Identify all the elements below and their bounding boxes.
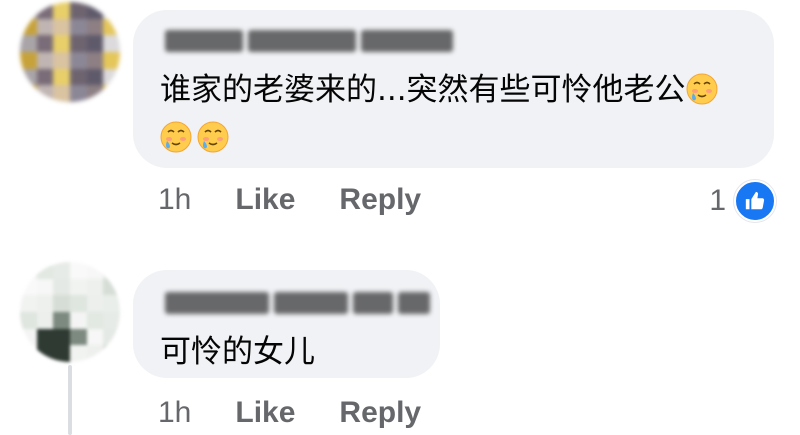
like-button[interactable]: Like — [235, 183, 295, 217]
reaction-summary[interactable]: 1 — [709, 180, 776, 222]
like-icon — [734, 180, 776, 222]
reaction-count: 1 — [709, 184, 726, 217]
comment-thread: 谁家的老婆来的...突然有些可怜他老公 1h Like Reply 1 可怜的女… — [0, 0, 800, 435]
author-name-blurred[interactable] — [165, 292, 430, 314]
comment-text: 可怜的女儿 — [160, 334, 315, 370]
smiling-face-with-tear-icon — [160, 121, 192, 153]
avatar[interactable] — [20, 262, 120, 362]
comment-bubble: 谁家的老婆来的...突然有些可怜他老公 — [133, 10, 774, 168]
smiling-face-with-tear-icon — [197, 121, 229, 153]
comment-text-content: 谁家的老婆来的...突然有些可怜他老公 — [160, 72, 686, 108]
comment-bubble: 可怜的女儿 — [133, 270, 440, 378]
reply-button[interactable]: Reply — [339, 396, 421, 430]
avatar[interactable] — [20, 2, 120, 102]
timestamp[interactable]: 1h — [158, 396, 191, 430]
comment-actions: 1h Like Reply — [158, 396, 421, 430]
reply-button[interactable]: Reply — [339, 183, 421, 217]
comment: 可怜的女儿 1h Like Reply — [0, 258, 800, 435]
comment-actions: 1h Like Reply — [158, 183, 421, 217]
timestamp[interactable]: 1h — [158, 183, 191, 217]
reply-thread-line — [68, 365, 72, 435]
smiling-face-with-tear-icon — [686, 73, 718, 105]
author-name-blurred[interactable] — [165, 30, 453, 52]
comment: 谁家的老婆来的...突然有些可怜他老公 1h Like Reply 1 — [0, 0, 800, 240]
like-button[interactable]: Like — [235, 396, 295, 430]
comment-text: 谁家的老婆来的...突然有些可怜他老公 — [160, 66, 754, 162]
